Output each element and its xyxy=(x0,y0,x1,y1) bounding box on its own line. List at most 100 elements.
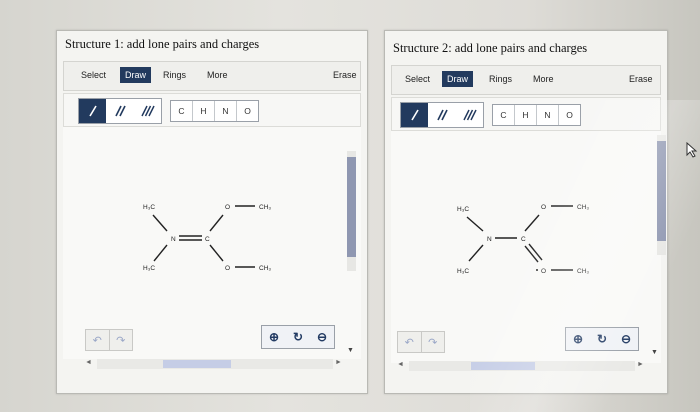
more-tab[interactable]: More xyxy=(202,67,233,83)
carbon-atom-button[interactable]: C xyxy=(171,101,193,121)
zoom-in-icon: ⊕ xyxy=(268,330,280,344)
zoom-controls: ⊕ ↻ ⊖ xyxy=(565,327,639,351)
undo-icon: ↶ xyxy=(404,336,414,349)
oxygen-atom-button[interactable]: O xyxy=(559,105,580,125)
rings-tab[interactable]: Rings xyxy=(484,71,517,87)
double-bond-icon xyxy=(115,105,126,117)
undo-button[interactable]: ↶ xyxy=(398,332,421,352)
structure-1-toolbar: C H N O xyxy=(63,93,361,127)
triple-bond-icon xyxy=(141,105,155,117)
scroll-right-icon[interactable]: ► xyxy=(335,359,342,366)
carbon-label: C xyxy=(521,236,526,243)
triple-bond-button[interactable] xyxy=(134,99,161,123)
zoom-dropdown-icon[interactable]: ▼ xyxy=(651,349,658,356)
structure-1-panel: Structure 1: add lone pairs and charges … xyxy=(56,30,368,394)
ch3-top-label: CH₃ xyxy=(259,204,271,211)
redo-icon: ↷ xyxy=(116,334,126,347)
structure-2-menubar: Select Draw Rings More Erase xyxy=(391,65,661,95)
undo-button[interactable]: ↶ xyxy=(86,330,109,350)
undo-icon: ↶ xyxy=(92,334,102,347)
horizontal-scrollbar[interactable] xyxy=(97,359,333,369)
triple-bond-icon xyxy=(463,109,477,121)
nitrogen-atom-button[interactable]: N xyxy=(215,101,237,121)
vertical-scroll-thumb[interactable] xyxy=(347,157,356,257)
nitrogen-label: N xyxy=(487,236,492,243)
redo-button[interactable]: ↷ xyxy=(420,332,445,352)
h3c-top-label: H₃C xyxy=(143,204,155,211)
structure-1-title: Structure 1: add lone pairs and charges xyxy=(65,37,260,51)
erase-tab[interactable]: Erase xyxy=(624,71,658,87)
reset-zoom-button[interactable]: ↻ xyxy=(590,328,614,350)
single-bond-button[interactable] xyxy=(79,99,107,123)
screen: Structure 1: add lone pairs and charges … xyxy=(0,0,700,412)
zoom-in-button[interactable]: ⊕ xyxy=(262,326,286,348)
hydrogen-atom-button[interactable]: H xyxy=(193,101,215,121)
vertical-scroll-thumb[interactable] xyxy=(657,141,666,241)
horizontal-scrollbar[interactable] xyxy=(409,361,635,371)
h3c-bottom-label: H₃C xyxy=(143,265,155,272)
double-bond-button[interactable] xyxy=(106,99,133,123)
zoom-controls: ⊕ ↻ ⊖ xyxy=(261,325,335,349)
zoom-in-icon: ⊕ xyxy=(572,332,584,346)
single-bond-icon xyxy=(88,105,97,117)
vertical-scrollbar[interactable] xyxy=(657,135,666,255)
reset-zoom-button[interactable]: ↻ xyxy=(286,326,310,348)
draw-tab[interactable]: Draw xyxy=(442,71,474,87)
zoom-out-icon: ⊖ xyxy=(316,330,328,344)
ch3-bottom-label: CH₃ xyxy=(259,265,271,272)
scroll-right-icon[interactable]: ► xyxy=(637,361,644,368)
vertical-scrollbar[interactable] xyxy=(347,151,356,271)
structure-1-menubar: Select Draw Rings More Erase xyxy=(63,61,361,91)
structure-2-title: Structure 2: add lone pairs and charges xyxy=(393,41,588,55)
carbon-atom-button[interactable]: C xyxy=(493,105,515,125)
zoom-out-button[interactable]: ⊖ xyxy=(614,328,638,350)
h3c-bottom-label: H₃C xyxy=(457,268,469,275)
scroll-left-icon[interactable]: ◄ xyxy=(85,359,92,366)
double-bond-icon xyxy=(437,109,448,121)
more-tab[interactable]: More xyxy=(528,71,559,87)
oxygen-bottom-label: O xyxy=(225,265,230,272)
ch3-top-label: CH₃ xyxy=(577,204,589,211)
draw-tab[interactable]: Draw xyxy=(120,67,152,83)
reset-zoom-icon: ↻ xyxy=(292,330,304,344)
select-tab[interactable]: Select xyxy=(400,71,435,87)
bond-tools xyxy=(400,102,484,128)
oxygen-top-label: O xyxy=(225,204,230,211)
bond-lines xyxy=(152,205,255,268)
atom-tools: C H N O xyxy=(492,104,581,126)
bond-lines xyxy=(466,205,573,271)
zoom-in-button[interactable]: ⊕ xyxy=(566,328,590,350)
redo-icon: ↷ xyxy=(428,336,438,349)
single-bond-icon xyxy=(410,109,419,121)
undo-redo-group: ↶ ↷ xyxy=(397,331,445,353)
oxygen-atom-button[interactable]: O xyxy=(237,101,258,121)
oxygen-bottom-label: O xyxy=(541,268,546,275)
nitrogen-atom-button[interactable]: N xyxy=(537,105,559,125)
carbon-label: C xyxy=(205,236,210,243)
redo-button[interactable]: ↷ xyxy=(108,330,133,350)
horizontal-scroll-thumb[interactable] xyxy=(163,360,231,368)
h3c-top-label: H₃C xyxy=(457,206,469,213)
double-bond-button[interactable] xyxy=(428,103,455,127)
single-bond-button[interactable] xyxy=(401,103,429,127)
triple-bond-button[interactable] xyxy=(456,103,483,127)
horizontal-scroll-thumb[interactable] xyxy=(471,362,535,370)
atom-tools: C H N O xyxy=(170,100,259,122)
ch3-bottom-label: CH₃ xyxy=(577,268,589,275)
bond-tools xyxy=(78,98,162,124)
erase-tab[interactable]: Erase xyxy=(328,67,362,83)
hydrogen-atom-button[interactable]: H xyxy=(515,105,537,125)
structure-2-toolbar: C H N O xyxy=(391,97,661,131)
rings-tab[interactable]: Rings xyxy=(158,67,191,83)
nitrogen-label: N xyxy=(171,236,176,243)
undo-redo-group: ↶ ↷ xyxy=(85,329,133,351)
structure-2-panel: Structure 2: add lone pairs and charges … xyxy=(384,30,668,394)
lone-pair-dot xyxy=(536,269,538,271)
reset-zoom-icon: ↻ xyxy=(596,332,608,346)
scroll-left-icon[interactable]: ◄ xyxy=(397,361,404,368)
select-tab[interactable]: Select xyxy=(76,67,111,83)
zoom-dropdown-icon[interactable]: ▼ xyxy=(347,347,354,354)
zoom-out-button[interactable]: ⊖ xyxy=(310,326,334,348)
zoom-out-icon: ⊖ xyxy=(620,332,632,346)
oxygen-top-label: O xyxy=(541,204,546,211)
